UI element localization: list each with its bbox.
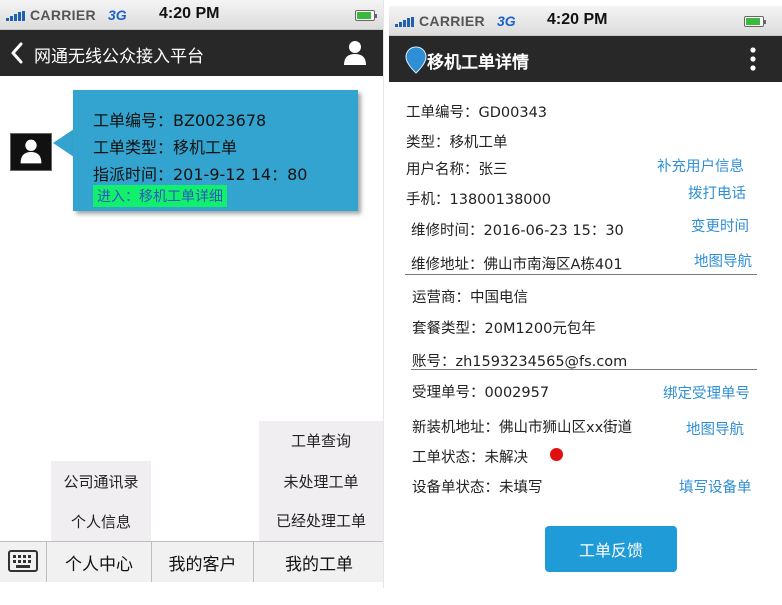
- more-menu-icon[interactable]: [750, 47, 756, 71]
- operator: 运营商：中国电信: [412, 290, 528, 306]
- order-status: 工单状态：未解决: [412, 450, 528, 466]
- order-number: 工单编号：GD00343: [406, 105, 548, 121]
- back-icon[interactable]: [10, 42, 24, 64]
- tab-my-customers[interactable]: 我的客户: [151, 542, 253, 582]
- accept-number: 受理单号：0002957: [412, 385, 550, 401]
- right-phone-screen: CARRIER 3G 4:20 PM 移机工单详情 工单编号：GD00343 类…: [389, 0, 782, 588]
- page-title: 移机工单详情: [427, 53, 529, 73]
- order-number: 工单编号：BZ0023678: [93, 111, 267, 130]
- map-navigation-link[interactable]: 地图导航: [694, 250, 752, 271]
- clock: 4:20 PM: [159, 5, 220, 22]
- map-navigation-link[interactable]: 地图导航: [686, 418, 744, 439]
- battery-icon: [744, 16, 766, 27]
- device-order-status: 设备单状态：未填写: [412, 480, 543, 496]
- nav-bar: 移机工单详情: [389, 36, 782, 82]
- package-type: 套餐类型：20M1200元包年: [412, 321, 596, 337]
- account: 账号：zh1593234565@fs.com: [412, 354, 628, 370]
- menu-item-unprocessed[interactable]: 未处理工单: [259, 471, 383, 492]
- menu-item-company-contacts[interactable]: 公司通讯录: [51, 471, 151, 492]
- repair-time: 维修时间：2016-06-23 15：30: [411, 223, 624, 239]
- signal-icon: [6, 11, 25, 21]
- avatar[interactable]: [10, 133, 52, 171]
- location-pin-icon: [405, 46, 427, 74]
- change-time-link[interactable]: 变更时间: [691, 215, 749, 236]
- status-dot: [550, 448, 563, 461]
- carrier-label: CARRIER: [419, 13, 485, 29]
- clock: 4:20 PM: [547, 11, 608, 28]
- status-bar: CARRIER 3G 4:20 PM: [0, 0, 383, 30]
- my-orders-menu: 工单查询 未处理工单 已经处理工单: [259, 421, 383, 541]
- repair-address: 维修地址：佛山市南海区A栋401: [411, 257, 623, 273]
- person-icon: [20, 139, 42, 164]
- add-user-info-link[interactable]: 补充用户信息: [657, 155, 744, 176]
- menu-item-personal-info[interactable]: 个人信息: [51, 511, 151, 532]
- message-bubble-tail: [53, 129, 74, 157]
- menu-item-processed[interactable]: 已经处理工单: [259, 510, 383, 531]
- user-name: 用户名称：张三: [406, 162, 508, 178]
- menu-item-order-query[interactable]: 工单查询: [259, 430, 383, 451]
- page-title: 网通无线公众接入平台: [34, 47, 204, 67]
- battery-icon: [355, 10, 377, 21]
- order-type: 工单类型：移机工单: [93, 138, 238, 157]
- new-install-address: 新装机地址：佛山市狮山区xx街道: [412, 420, 633, 436]
- network-label: 3G: [108, 7, 127, 23]
- divider: [411, 369, 757, 370]
- enter-detail-link[interactable]: 进入：移机工单详细: [93, 185, 227, 207]
- call-link[interactable]: 拨打电话: [688, 182, 746, 203]
- network-label: 3G: [497, 13, 516, 29]
- personal-center-menu: 公司通讯录 个人信息: [51, 461, 151, 541]
- left-phone-screen: CARRIER 3G 4:20 PM 网通无线公众接入平台 工单编号：BZ002…: [0, 0, 384, 588]
- tab-my-orders[interactable]: 我的工单: [253, 542, 383, 582]
- status-bar: CARRIER 3G 4:20 PM: [389, 6, 782, 36]
- assign-time: 指派时间：201-9-12 14：80: [93, 165, 308, 184]
- order-feedback-button[interactable]: 工单反馈: [545, 526, 677, 572]
- fill-device-order-link[interactable]: 填写设备单: [679, 476, 752, 497]
- phone-number: 手机：13800138000: [406, 192, 551, 208]
- bind-accept-number-link[interactable]: 绑定受理单号: [663, 382, 750, 403]
- nav-bar: 网通无线公众接入平台: [0, 30, 383, 76]
- keyboard-icon[interactable]: [8, 550, 38, 572]
- tab-personal-center[interactable]: 个人中心: [46, 542, 151, 582]
- divider: [405, 274, 757, 275]
- user-icon[interactable]: [343, 40, 367, 66]
- message-bubble: 工单编号：BZ0023678 工单类型：移机工单 指派时间：201-9-12 1…: [73, 90, 358, 211]
- signal-icon: [395, 17, 414, 27]
- tab-bar: 个人中心 我的客户 我的工单: [0, 541, 383, 582]
- order-type: 类型：移机工单: [406, 135, 508, 151]
- carrier-label: CARRIER: [30, 7, 96, 23]
